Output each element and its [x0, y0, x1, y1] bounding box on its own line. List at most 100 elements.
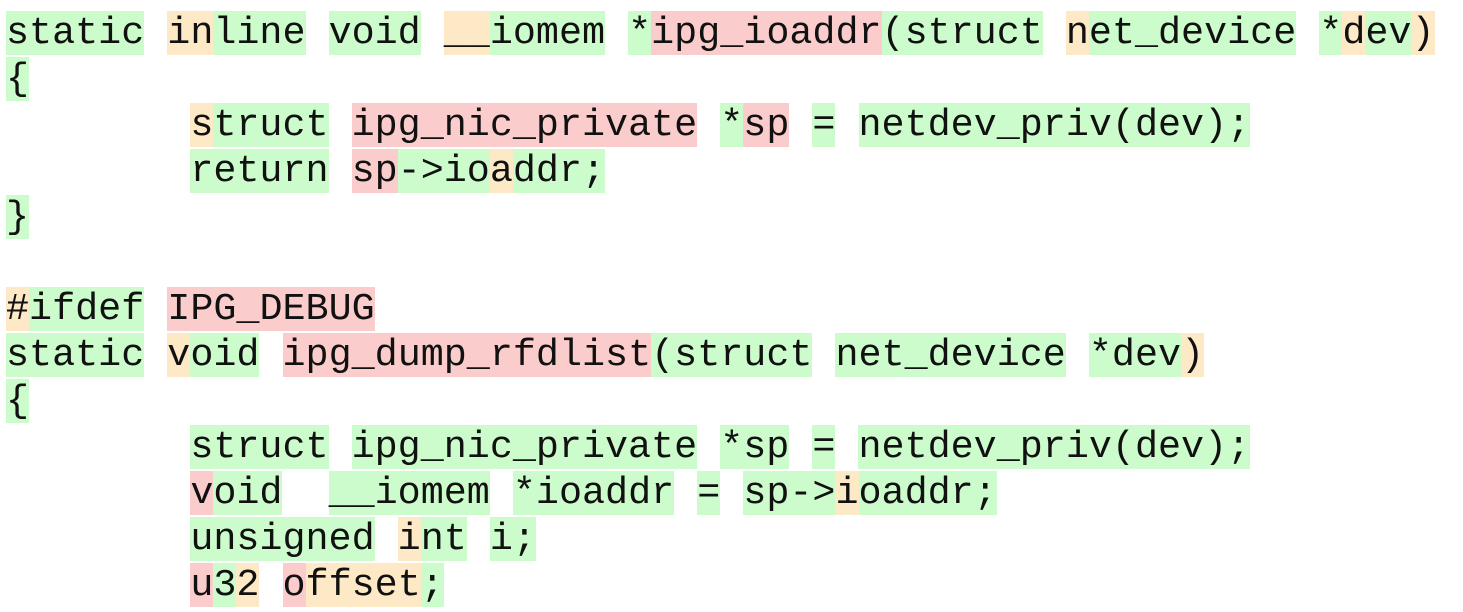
code-token: ipg_ioaddr: [651, 11, 882, 55]
code-token: n: [1065, 11, 1089, 55]
code-token: }: [6, 195, 30, 239]
code-line: struct ipg_nic_private *sp = netdev_priv…: [6, 103, 1251, 147]
code-token: ): [1181, 333, 1205, 377]
code-token: ->io: [397, 149, 490, 193]
code-token: *ioaddr: [512, 471, 675, 515]
code-token: 3: [213, 563, 237, 607]
code-token: =: [812, 103, 836, 147]
code-token: netdev_priv(dev);: [858, 425, 1251, 469]
code-line: {: [6, 57, 30, 101]
code-token: nt: [420, 517, 467, 561]
code-token: =: [812, 425, 836, 469]
code-token: *: [720, 103, 744, 147]
code-token: (struct: [881, 11, 1043, 55]
code-token: (struct: [651, 333, 813, 377]
code-token: *: [1319, 11, 1343, 55]
code-token: return: [190, 149, 329, 193]
code-token: i: [835, 471, 859, 515]
code-token: IPG_DEBUG: [167, 287, 375, 331]
code-token: struct: [190, 425, 329, 469]
code-token: oid: [213, 471, 283, 515]
code-token: sp: [351, 149, 398, 193]
code-token: in: [167, 11, 214, 55]
code-token: {: [6, 57, 30, 101]
code-token: ev: [1365, 11, 1412, 55]
code-token: v: [190, 471, 214, 515]
code-token: =: [697, 471, 721, 515]
code-token: *: [628, 11, 652, 55]
code-diff-view: static inline void __iomem *ipg_ioaddr(s…: [0, 0, 1463, 612]
code-token: __: [443, 11, 490, 55]
code-token: ifdef: [29, 287, 145, 331]
code-token: et_device: [1088, 11, 1297, 55]
code-token: sp: [743, 103, 790, 147]
code-token: ddr;: [512, 149, 606, 193]
code-token: line: [213, 11, 306, 55]
code-line: }: [6, 195, 30, 239]
code-token: ipg_nic_private: [351, 103, 698, 147]
code-line: return sp->ioaddr;: [6, 149, 606, 193]
code-token: void: [328, 11, 421, 55]
code-line: {: [6, 379, 30, 423]
code-token: ffset: [305, 563, 421, 607]
code-token: {: [6, 379, 30, 423]
code-token: *dev: [1088, 333, 1182, 377]
code-line: u32 offset;: [6, 563, 444, 607]
code-token: *sp: [720, 425, 790, 469]
code-token: s: [190, 103, 214, 147]
code-token: truct: [213, 103, 329, 147]
code-line: static void ipg_dump_rfdlist(struct net_…: [6, 333, 1205, 377]
code-line: unsigned int i;: [6, 517, 536, 561]
code-line: #ifdef IPG_DEBUG: [6, 287, 375, 331]
code-token: v: [167, 333, 191, 377]
code-token: u: [190, 563, 214, 607]
code-token: unsigned: [190, 517, 375, 561]
code-line: static inline void __iomem *ipg_ioaddr(s…: [6, 11, 1435, 55]
code-token: 2: [236, 563, 260, 607]
code-token: d: [1342, 11, 1366, 55]
code-token: o: [282, 563, 306, 607]
code-line: struct ipg_nic_private *sp = netdev_priv…: [6, 425, 1251, 469]
code-token: ;: [420, 563, 444, 607]
code-line: void __iomem *ioaddr = sp->ioaddr;: [6, 471, 997, 515]
code-token: iomem: [489, 11, 606, 55]
code-token: static: [6, 11, 145, 55]
code-token: netdev_priv(dev);: [858, 103, 1251, 147]
code-token: ipg_nic_private: [351, 425, 698, 469]
code-token: oaddr;: [858, 471, 997, 515]
code-token: #: [6, 287, 30, 331]
code-token: ipg_dump_rfdlist: [282, 333, 652, 377]
code-token: i;: [489, 517, 536, 561]
code-token: oid: [190, 333, 260, 377]
code-token: sp->: [743, 471, 836, 515]
